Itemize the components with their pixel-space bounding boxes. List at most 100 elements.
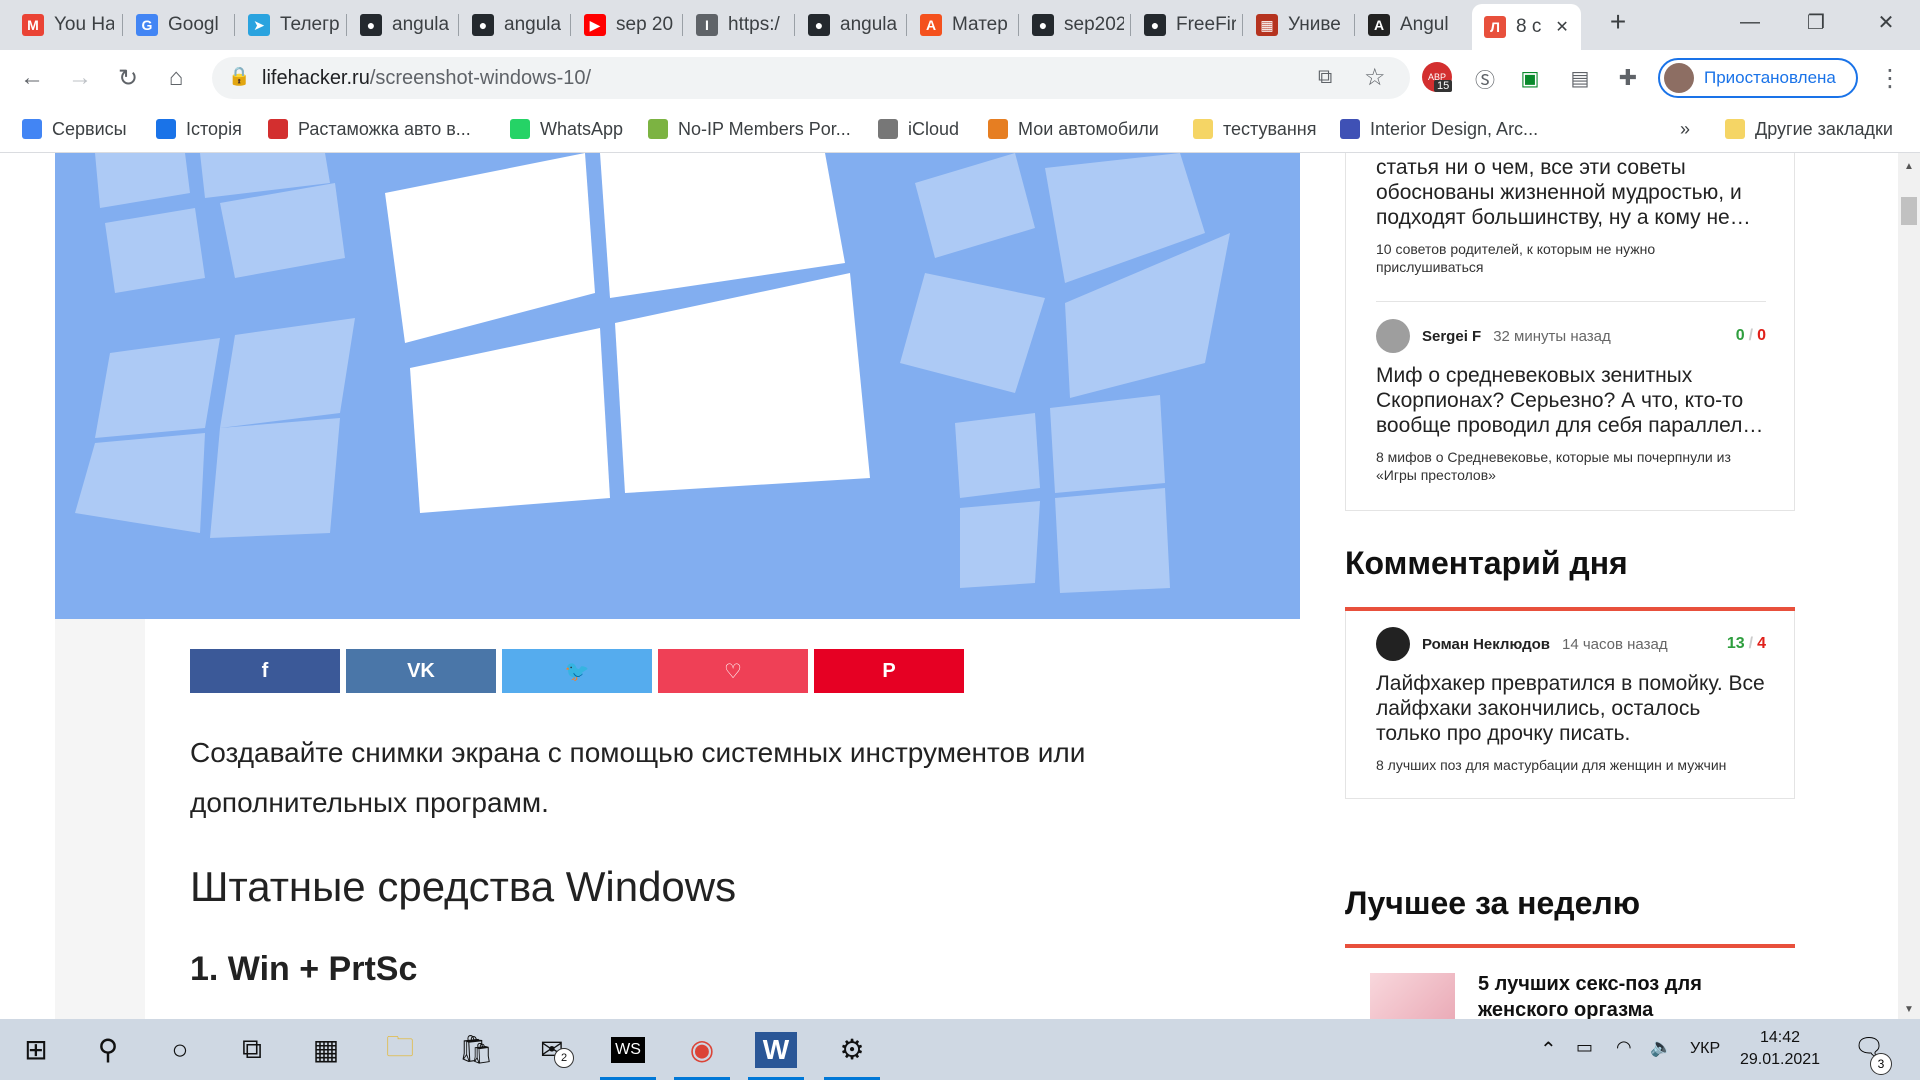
start-button[interactable]: ⊞: [0, 1019, 72, 1080]
extensions-puzzle-icon[interactable]: ✚: [1610, 60, 1646, 96]
task-view-button[interactable]: ⧉: [216, 1019, 288, 1080]
browser-tab[interactable]: M You Ha: [22, 8, 114, 42]
whatsapp-icon: [510, 119, 530, 139]
comment-article-link[interactable]: 10 советов родителей, к которым не нужно…: [1376, 240, 1766, 276]
votes-minus[interactable]: 0: [1757, 327, 1766, 344]
mail-app[interactable]: ✉ 2: [516, 1019, 588, 1080]
best-week-article-link[interactable]: 5 лучших секс-поз для женского оргазма: [1478, 971, 1768, 1019]
browser-tab[interactable]: Ihttps:/: [696, 8, 780, 42]
home-button[interactable]: ⌂: [158, 60, 194, 96]
forward-button[interactable]: →: [62, 60, 98, 96]
chrome-app[interactable]: ◉: [666, 1019, 738, 1080]
pocket-share-button[interactable]: ♡: [658, 649, 808, 693]
close-window-button[interactable]: ✕: [1856, 0, 1916, 44]
browser-tab[interactable]: ➤ Телегр: [248, 8, 340, 42]
new-tab-button[interactable]: +: [1588, 0, 1648, 44]
comment-card[interactable]: Sergei F 32 минуты назад 0/0 Миф о средн…: [1376, 319, 1766, 484]
bookmark-item[interactable]: Мои автомобили: [988, 116, 1159, 142]
folder-icon: [1193, 119, 1213, 139]
browser-tab[interactable]: ● angula: [360, 8, 449, 42]
reload-button[interactable]: ↻: [110, 60, 146, 96]
browser-tab[interactable]: ● angula: [808, 8, 897, 42]
url-text[interactable]: lifehacker.ru/screenshot-windows-10/: [262, 67, 591, 90]
comment-card[interactable]: Роман Неклюдов 14 часов назад 13/4 Лайфх…: [1376, 627, 1766, 774]
bookmark-label: WhatsApp: [540, 118, 624, 139]
browser-tab[interactable]: G Googl: [136, 8, 219, 42]
minimize-button[interactable]: —: [1720, 0, 1780, 44]
close-tab-icon[interactable]: ✕: [1555, 17, 1568, 37]
bookmark-item[interactable]: No-IP Members Por...: [648, 116, 851, 142]
language-indicator[interactable]: УКР: [1690, 1040, 1720, 1058]
file-explorer-app[interactable]: 🗀: [364, 1019, 436, 1080]
facebook-share-button[interactable]: f: [190, 649, 340, 693]
back-button[interactable]: ←: [14, 60, 50, 96]
comment-article-link[interactable]: 8 лучших поз для мастурбации для женщин …: [1376, 756, 1766, 774]
browser-tab[interactable]: ▶ sep 20: [584, 8, 673, 42]
comment-card[interactable]: статья ни о чем, все эти советы обоснова…: [1376, 155, 1766, 276]
bookmark-item[interactable]: WhatsApp: [510, 116, 623, 142]
cortana-button[interactable]: ○: [144, 1019, 216, 1080]
browser-tab[interactable]: ● angula: [472, 8, 561, 42]
comment-author[interactable]: Роман Неклюдов: [1422, 636, 1550, 653]
scroll-down-icon[interactable]: ▼: [1904, 1004, 1914, 1015]
calculator-app[interactable]: ▦: [290, 1019, 362, 1080]
page-viewport: f VK 🐦 ♡ P Создавайте снимки экрана с помощь…: [0, 153, 1898, 1019]
pinterest-share-button[interactable]: P: [814, 649, 964, 693]
hero-image: [55, 153, 1300, 619]
votes-minus[interactable]: 4: [1757, 635, 1766, 652]
green-extension-icon[interactable]: ▣: [1512, 60, 1548, 96]
settings-app[interactable]: ⚙: [816, 1019, 888, 1080]
votes-plus[interactable]: 0: [1736, 327, 1745, 344]
bookmark-label: Сервисы: [52, 118, 127, 139]
maximize-button[interactable]: ❐: [1786, 0, 1846, 44]
github-icon: ●: [360, 14, 382, 36]
comment-author[interactable]: Sergei F: [1422, 328, 1481, 345]
twitter-share-button[interactable]: 🐦: [502, 649, 652, 693]
scrollbar-thumb[interactable]: [1901, 197, 1917, 225]
bookmark-item[interactable]: тестування: [1193, 116, 1317, 142]
wifi-icon[interactable]: ◠: [1616, 1037, 1632, 1058]
profile-button[interactable]: Приостановлена: [1658, 58, 1858, 98]
article-thumbnail[interactable]: [1370, 973, 1455, 1019]
bookmark-item[interactable]: Interior Design, Arc...: [1340, 116, 1538, 142]
battery-icon[interactable]: ▭: [1576, 1037, 1593, 1058]
votes-plus[interactable]: 13: [1727, 635, 1745, 652]
comment-header: Sergei F 32 минуты назад 0/0: [1376, 319, 1766, 353]
volume-muted-icon[interactable]: 🔈: [1650, 1037, 1672, 1058]
scroll-up-icon[interactable]: ▲: [1904, 161, 1914, 172]
browser-tab[interactable]: ▦ Униве: [1256, 8, 1341, 42]
section-underline: [1345, 944, 1795, 948]
bookmark-item[interactable]: Сервисы: [22, 116, 127, 142]
show-hidden-icons-icon[interactable]: ⌃: [1540, 1037, 1557, 1062]
vk-share-button[interactable]: VK: [346, 649, 496, 693]
page-scrollbar[interactable]: ▲ ▼: [1898, 153, 1920, 1019]
avatar[interactable]: [1376, 319, 1410, 353]
browser-tab[interactable]: ● FreeFir: [1144, 8, 1236, 42]
search-button[interactable]: ⚲: [72, 1019, 144, 1080]
bookmark-item[interactable]: Історія: [156, 116, 242, 142]
bookmark-item[interactable]: Растаможка авто в...: [268, 116, 471, 142]
browser-tab[interactable]: A Angul: [1368, 8, 1449, 42]
browser-tab[interactable]: A Матер: [920, 8, 1008, 42]
tab-separator: [1130, 14, 1131, 36]
browser-tab[interactable]: ● sep202: [1032, 8, 1124, 42]
browser-tab[interactable]: Л 8 с ✕: [1472, 4, 1581, 50]
webstorm-app[interactable]: WS: [592, 1019, 664, 1080]
translate-icon[interactable]: ⧉: [1318, 66, 1332, 89]
skype-extension-icon[interactable]: Ⓢ: [1467, 60, 1503, 96]
profile-extension-icon[interactable]: ▤: [1562, 60, 1598, 96]
vk-icon: VK: [407, 659, 435, 682]
comment-article-link[interactable]: 8 мифов о Средневековье, которые мы поче…: [1376, 448, 1766, 484]
clock[interactable]: 14:42 29.01.2021: [1730, 1027, 1830, 1071]
tab-title: Телегр: [280, 14, 340, 35]
bookmark-item[interactable]: Другие закладки: [1725, 116, 1893, 142]
menu-button[interactable]: ⋮: [1872, 60, 1908, 96]
store-app[interactable]: 🛍: [440, 1019, 512, 1080]
more-bookmarks-icon[interactable]: »: [1680, 116, 1690, 142]
avatar[interactable]: [1376, 627, 1410, 661]
url-host: lifehacker.ru: [262, 67, 370, 89]
word-app[interactable]: W: [740, 1019, 812, 1080]
address-bar[interactable]: 🔒 lifehacker.ru/screenshot-windows-10/ ⧉…: [212, 57, 1410, 99]
bookmark-star-icon[interactable]: ☆: [1364, 63, 1386, 92]
bookmark-item[interactable]: iCloud: [878, 116, 959, 142]
